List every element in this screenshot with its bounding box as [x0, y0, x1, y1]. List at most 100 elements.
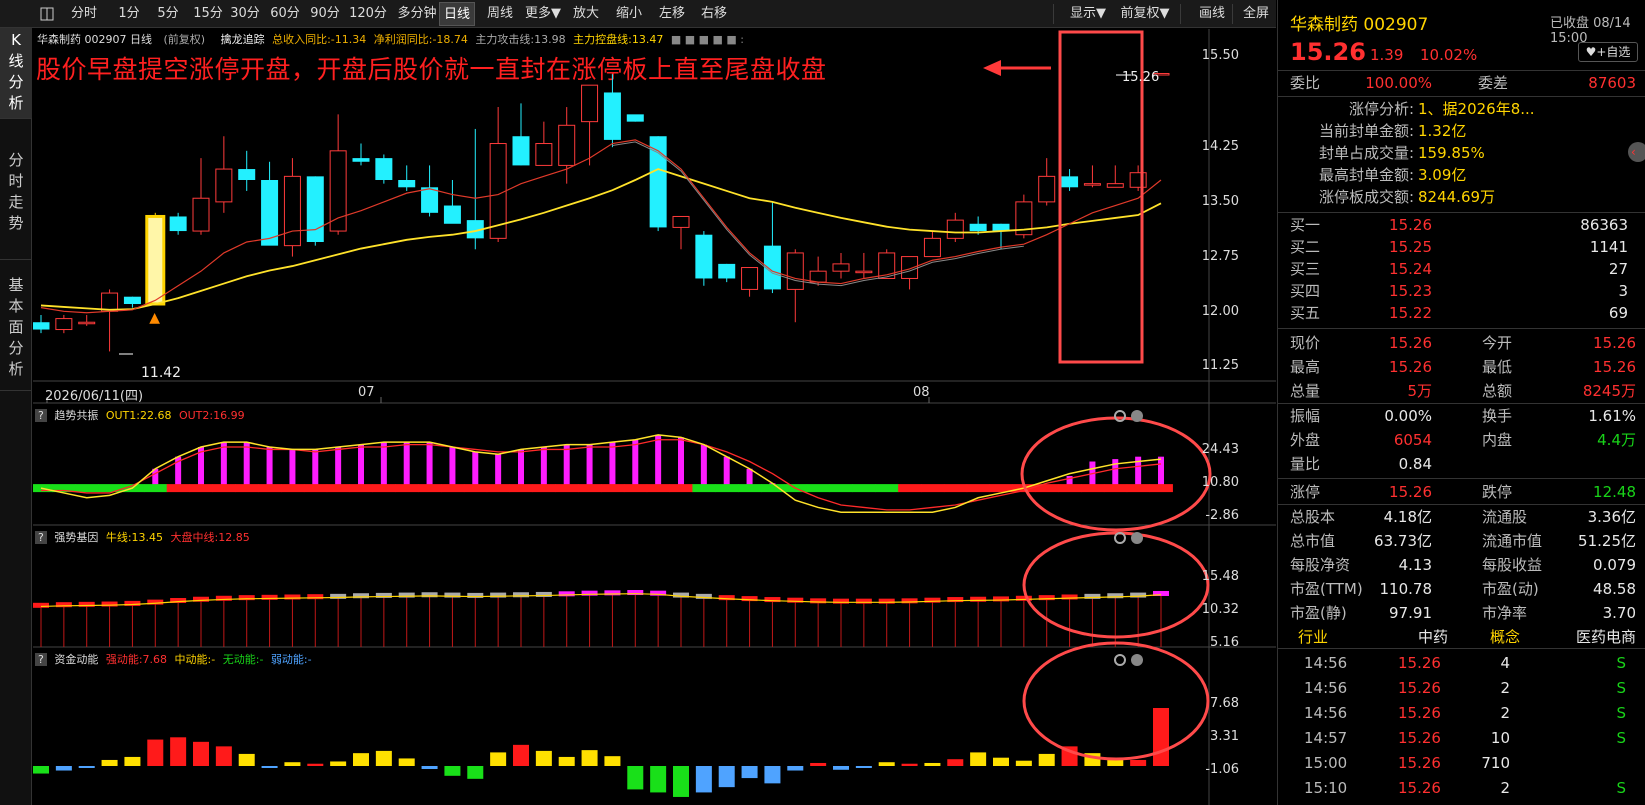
- toolbar-5min-button[interactable]: 5分: [153, 2, 183, 26]
- candle-body: [695, 234, 713, 279]
- stat-row: 量比 0.84: [1278, 453, 1645, 475]
- panel1-header: ? 趋势共振 OUT1:22.68 OUT2:16.99: [35, 407, 245, 423]
- help-button[interactable]: ?: [35, 409, 47, 422]
- draw-line-button[interactable]: 画线: [1192, 2, 1232, 26]
- toolbar-1min-button[interactable]: 1分: [114, 2, 144, 26]
- out2-line: [41, 439, 1162, 511]
- toolbar-15min-button[interactable]: 15分: [191, 2, 225, 26]
- stat-row: 总股本 4.18亿 流通股 3.36亿: [1278, 506, 1645, 528]
- add-favorite-button[interactable]: ♥+自选: [1578, 42, 1638, 62]
- bid-price: 15.24: [1389, 260, 1432, 278]
- stat-row: 每股净资 4.13 每股收益 0.079: [1278, 554, 1645, 576]
- industry-row: 行业 中药 概念 医药电商: [1278, 626, 1645, 648]
- label: 涨停板成交额:: [1318, 188, 1414, 206]
- limit-up-row: 最高封单金额: 3.09亿: [1278, 164, 1645, 186]
- toolbar-move-right-button[interactable]: 右移: [696, 2, 732, 26]
- adjust-menu-button[interactable]: 前复权▼: [1114, 2, 1176, 26]
- bid-volume: 1141: [1589, 238, 1628, 256]
- toolbar-90min-button[interactable]: 90分: [308, 2, 342, 26]
- label: 总量: [1290, 382, 1321, 400]
- yaxis-tick: 10.32: [1201, 602, 1239, 617]
- help-button[interactable]: ?: [35, 531, 47, 544]
- concept-value: 医药电商: [1575, 628, 1636, 646]
- trend-zone: [601, 484, 625, 493]
- label: 买一: [1290, 216, 1321, 234]
- toolbar-30min-button[interactable]: 30分: [229, 2, 261, 26]
- trend-zone: [646, 484, 671, 493]
- toolbar: 分时 1分 5分 15分 30分 60分 90分 120分 多分钟 日线 周线 更多▼ 放大 缩小 左移 右移…: [0, 0, 1276, 28]
- toolbar-120min-button[interactable]: 120分: [349, 2, 387, 26]
- trend-bar: [655, 434, 662, 489]
- bid-ratio-row: 委比 100.00% 委差 87603: [1278, 72, 1645, 94]
- bull-line: 牛线:13.45: [105, 531, 164, 544]
- toolbar-multi-min-button[interactable]: 多分钟: [397, 2, 437, 26]
- toolbar-daily-button[interactable]: 日线: [439, 2, 475, 26]
- trend-zone: [166, 484, 191, 493]
- tick-time: 14:56: [1304, 679, 1348, 697]
- bid-price: 15.25: [1389, 238, 1432, 256]
- trend-bar: [312, 449, 319, 489]
- money-bar: [193, 741, 209, 766]
- stat-value: 51.25亿: [1578, 532, 1636, 550]
- trend-zone: [1058, 484, 1082, 493]
- tick-price: 15.26: [1398, 679, 1441, 697]
- yaxis-tick: -1.06: [1205, 762, 1239, 777]
- tick-row: 15:00 15.26 710: [1278, 752, 1645, 774]
- toolbar-60min-button[interactable]: 60分: [269, 2, 301, 26]
- money-bar: [924, 762, 941, 766]
- market-midline: 大盘中线:12.85: [170, 531, 250, 544]
- trend-zone: [75, 484, 99, 493]
- last-price-label: 15.26: [1122, 70, 1160, 85]
- candle-body: [398, 180, 416, 188]
- trend-bar: [563, 444, 570, 489]
- trend-zone: [578, 484, 602, 493]
- bid-row: 买五 15.22 69: [1278, 302, 1645, 324]
- trend-bar: [358, 444, 364, 489]
- label: 今开: [1482, 334, 1513, 352]
- trend-bar: [289, 449, 296, 489]
- candle-body: [1038, 175, 1056, 203]
- money-bar: [101, 759, 118, 766]
- stat-row: 振幅 0.00% 换手 1.61%: [1278, 405, 1645, 427]
- toolbar-more-button[interactable]: 更多▼: [523, 2, 563, 26]
- trend-zone: [738, 484, 762, 493]
- label: 买五: [1290, 304, 1321, 322]
- help-button[interactable]: ?: [35, 653, 47, 666]
- toolbar-zoom-out-button[interactable]: 缩小: [611, 2, 647, 26]
- current-price: 15.26: [1290, 38, 1366, 66]
- trend-zone: [326, 484, 351, 493]
- trend-zone: [875, 484, 899, 493]
- display-menu-button[interactable]: 显示▼: [1058, 2, 1118, 26]
- trend-zone: [143, 484, 168, 493]
- label: 市盈(TTM): [1290, 580, 1363, 598]
- yaxis-tick: 7.68: [1210, 696, 1239, 711]
- stat-row: 外盘 6054 内盘 4.4万: [1278, 429, 1645, 451]
- bid-price: 15.23: [1389, 282, 1432, 300]
- limit-up-row: 封单占成交量: 159.85%: [1278, 142, 1645, 164]
- candle-body: [901, 256, 919, 279]
- stat-value: 6054: [1393, 431, 1432, 449]
- industry-label: 行业: [1298, 628, 1329, 646]
- trend-zone: [418, 484, 442, 493]
- toolbar-move-left-button[interactable]: 左移: [654, 2, 690, 26]
- tab-timeshare[interactable]: 分 时 走 势: [0, 120, 32, 260]
- fullscreen-button[interactable]: 全屏: [1238, 2, 1274, 26]
- candle-body: [443, 205, 461, 224]
- tab-fundamentals[interactable]: 基 本 面 分 析: [0, 261, 32, 391]
- toolbar-weekly-button[interactable]: 周线: [484, 2, 516, 26]
- money-bar: [993, 757, 1009, 766]
- trend-zone: [921, 484, 945, 493]
- limit-value: 1、据2026年8...: [1418, 100, 1535, 118]
- tab-kline[interactable]: K 线 分 析: [0, 28, 32, 119]
- trend-zone: [189, 484, 213, 493]
- toolbar-timeshare-button[interactable]: 分时: [66, 2, 102, 26]
- trend-zone: [486, 484, 511, 493]
- toolbar-zoom-in-button[interactable]: 放大: [568, 2, 604, 26]
- money-bar: [695, 765, 712, 793]
- grid-menu-icon[interactable]: [36, 2, 58, 26]
- trend-bar: [678, 437, 684, 489]
- yaxis-tick: 15.48: [1201, 569, 1239, 584]
- trend-bar: [540, 447, 547, 489]
- label: 总股本: [1290, 508, 1336, 526]
- bid-price: 15.22: [1389, 304, 1432, 322]
